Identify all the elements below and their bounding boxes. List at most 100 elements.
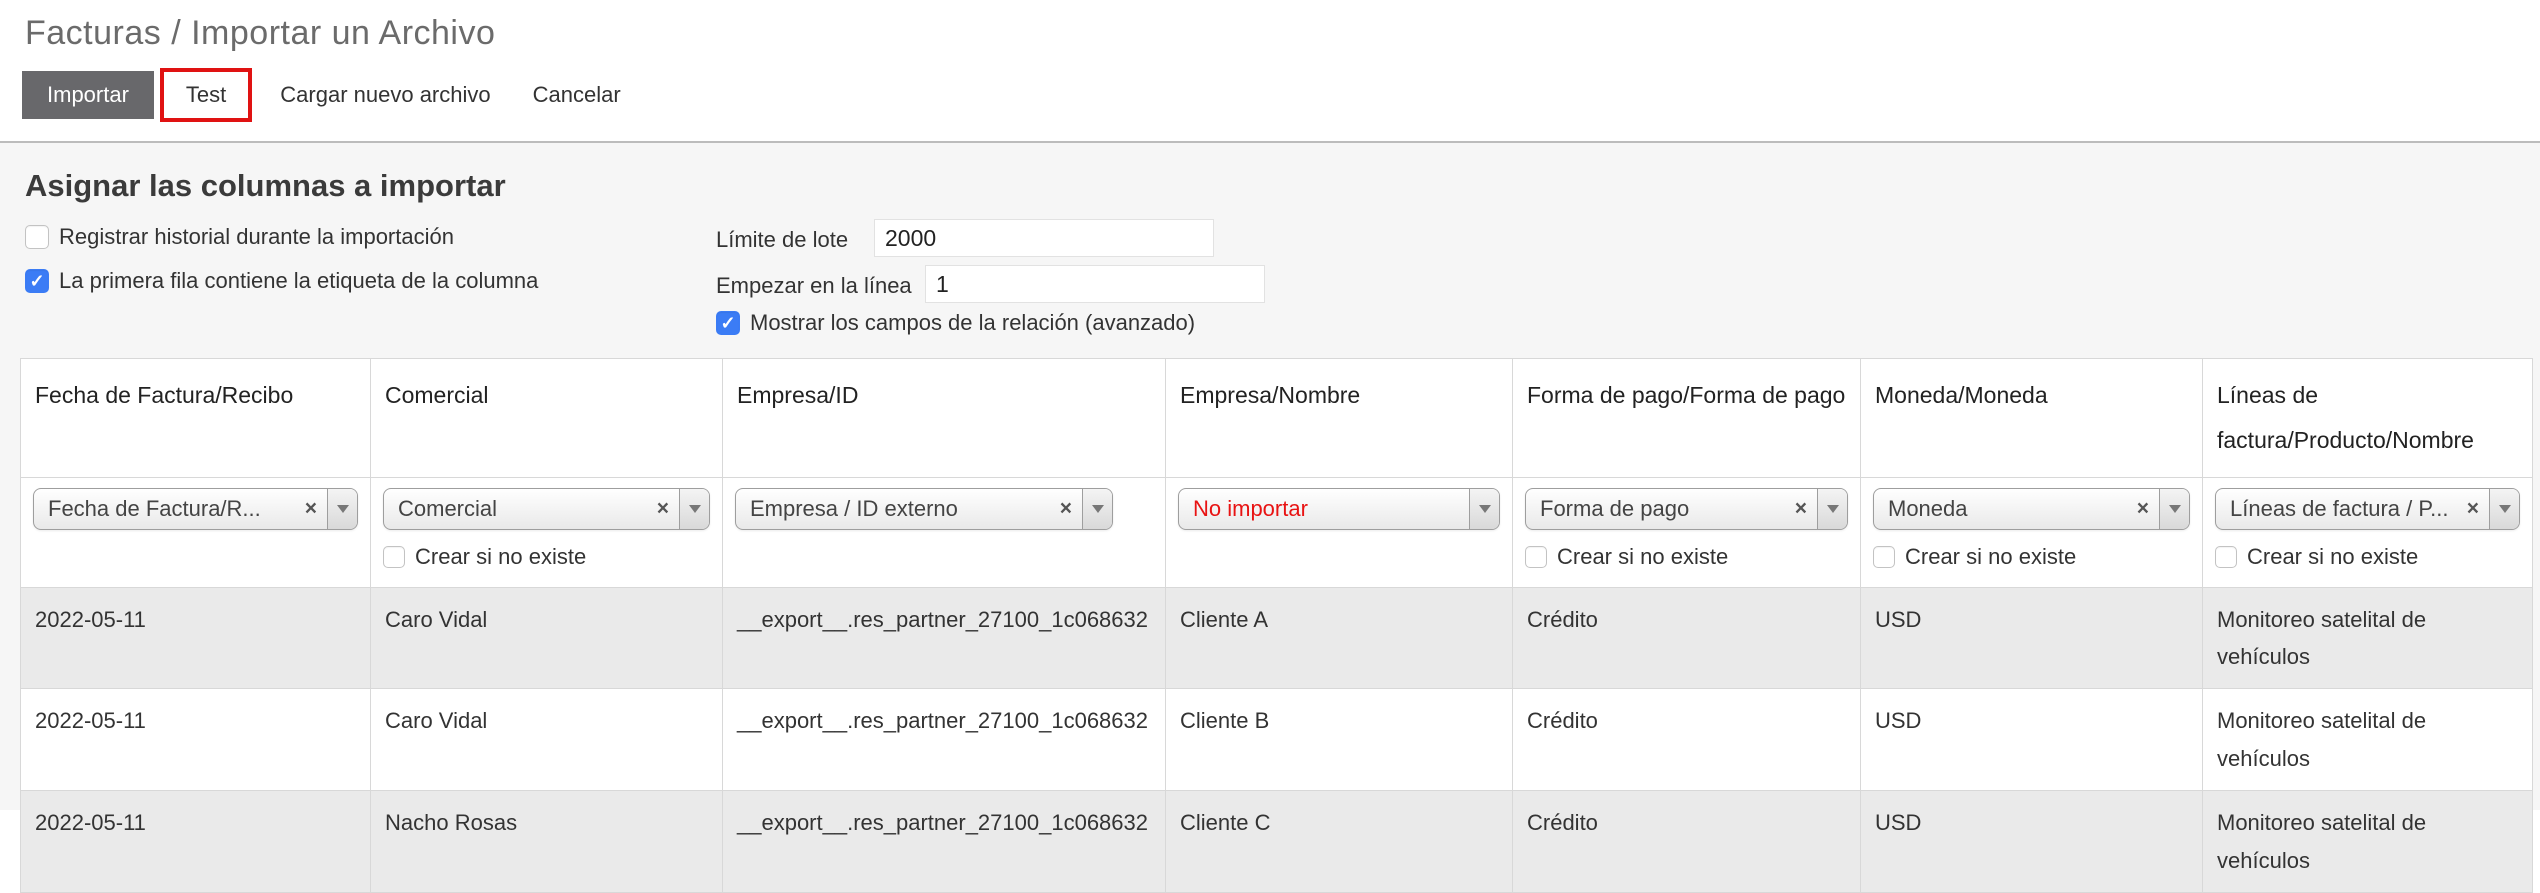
chevron-down-icon[interactable]	[1469, 488, 1499, 529]
track-history-option[interactable]: Registrar historial durante la importaci…	[25, 224, 454, 250]
chevron-down-icon[interactable]	[1082, 488, 1112, 529]
cancel-button[interactable]: Cancelar	[533, 82, 621, 108]
cell-comercial: Nacho Rosas	[370, 790, 723, 893]
field-select-fecha[interactable]: Fecha de Factura/R... ×	[33, 487, 358, 530]
chevron-down-icon[interactable]	[2489, 488, 2519, 529]
cell-empresa-nombre: Cliente C	[1165, 790, 1513, 893]
batch-limit-label: Límite de lote	[716, 227, 849, 252]
field-select-lineas[interactable]: Líneas de factura / P... ×	[2215, 487, 2520, 530]
checkbox-checked-icon[interactable]	[25, 269, 49, 293]
field-select-value: Comercial	[398, 495, 498, 521]
column-header: Forma de pago/Forma de pago	[1512, 358, 1861, 478]
clear-field-icon[interactable]: ×	[2135, 497, 2159, 521]
cell-empresa-id: __export__.res_partner_27100_1c068632	[722, 586, 1166, 690]
test-button[interactable]: Test	[164, 72, 248, 118]
cell-empresa-nombre: Cliente A	[1165, 586, 1513, 690]
field-mapping-row: Fecha de Factura/R... × Comercial × Crea…	[20, 476, 2533, 588]
start-line-input[interactable]	[925, 265, 1265, 303]
chevron-down-icon[interactable]	[327, 488, 357, 529]
track-history-label: Registrar historial durante la importaci…	[59, 224, 454, 249]
cell-forma-pago: Crédito	[1512, 688, 1861, 792]
create-if-not-exists-option[interactable]: Crear si no existe	[1873, 544, 2190, 570]
cell-empresa-nombre: Cliente B	[1165, 688, 1513, 792]
field-select-comercial[interactable]: Comercial ×	[383, 487, 710, 530]
cell-forma-pago: Crédito	[1512, 790, 1861, 893]
show-relational-option[interactable]: Mostrar los campos de la relación (avanz…	[716, 310, 1195, 336]
create-if-not-exists-label: Crear si no existe	[415, 543, 587, 569]
field-select-moneda[interactable]: Moneda ×	[1873, 487, 2190, 530]
field-select-value: Empresa / ID externo	[750, 495, 958, 521]
cell-empresa-id: __export__.res_partner_27100_1c068632	[722, 688, 1166, 792]
checkbox-unchecked-icon[interactable]	[25, 225, 49, 249]
clear-field-icon[interactable]: ×	[1793, 497, 1817, 521]
section-title: Asignar las columnas a importar	[25, 168, 506, 203]
mapping-cell: Empresa / ID externo ×	[722, 476, 1166, 588]
column-header: Empresa/Nombre	[1165, 358, 1513, 478]
cell-comercial: Caro Vidal	[370, 688, 723, 792]
clear-field-icon[interactable]: ×	[303, 497, 327, 521]
clear-field-icon[interactable]: ×	[2465, 497, 2489, 521]
first-row-header-label: La primera fila contiene la etiqueta de …	[59, 268, 539, 293]
cell-moneda: USD	[1860, 688, 2203, 792]
load-new-file-button[interactable]: Cargar nuevo archivo	[280, 82, 490, 108]
create-if-not-exists-label: Crear si no existe	[1905, 543, 2077, 569]
cell-fecha: 2022-05-11	[20, 586, 371, 690]
import-button[interactable]: Importar	[22, 71, 154, 119]
chevron-down-icon[interactable]	[679, 488, 709, 529]
mapping-cell: Fecha de Factura/R... ×	[20, 476, 371, 588]
mapping-cell: Moneda × Crear si no existe	[1860, 476, 2203, 588]
checkbox-unchecked-icon[interactable]	[1525, 545, 1547, 568]
column-header: Moneda/Moneda	[1860, 358, 2203, 478]
table-row: 2022-05-11 Caro Vidal __export__.res_par…	[20, 688, 2533, 792]
column-header: Empresa/ID	[722, 358, 1166, 478]
create-if-not-exists-option[interactable]: Crear si no existe	[1525, 544, 1848, 570]
field-select-value: Líneas de factura / P...	[2230, 495, 2449, 521]
column-header: Fecha de Factura/Recibo	[20, 358, 371, 478]
cell-moneda: USD	[1860, 790, 2203, 893]
column-header: Líneas de factura/Producto/Nombre	[2202, 358, 2533, 478]
table-row: 2022-05-11 Caro Vidal __export__.res_par…	[20, 586, 2533, 690]
field-select-value: No importar	[1193, 495, 1308, 521]
checkbox-unchecked-icon[interactable]	[383, 545, 405, 568]
create-if-not-exists-label: Crear si no existe	[1557, 543, 1729, 569]
checkbox-unchecked-icon[interactable]	[2215, 545, 2237, 568]
cell-fecha: 2022-05-11	[20, 790, 371, 893]
field-select-value: Forma de pago	[1540, 495, 1690, 521]
column-header: Comercial	[370, 358, 723, 478]
first-row-header-option[interactable]: La primera fila contiene la etiqueta de …	[25, 268, 538, 294]
cell-empresa-id: __export__.res_partner_27100_1c068632	[722, 790, 1166, 893]
field-select-no-import[interactable]: No importar	[1178, 487, 1500, 530]
batch-limit-input[interactable]	[874, 219, 1214, 257]
cell-producto: Monitoreo satelital de vehículos	[2202, 688, 2533, 792]
chevron-down-icon[interactable]	[1817, 488, 1847, 529]
cell-forma-pago: Crédito	[1512, 586, 1861, 690]
annotation-highlight-box: Test	[159, 68, 253, 122]
mapping-cell: Líneas de factura / P... × Crear si no e…	[2202, 476, 2533, 588]
create-if-not-exists-label: Crear si no existe	[2247, 543, 2419, 569]
create-if-not-exists-option[interactable]: Crear si no existe	[2215, 544, 2520, 570]
cell-producto: Monitoreo satelital de vehículos	[2202, 586, 2533, 690]
show-relational-label: Mostrar los campos de la relación (avanz…	[750, 310, 1196, 335]
clear-field-icon[interactable]: ×	[655, 497, 679, 521]
cell-producto: Monitoreo satelital de vehículos	[2202, 790, 2533, 893]
field-select-value: Moneda	[1888, 495, 1968, 521]
import-preview-table: Fecha de Factura/Recibo Comercial Empres…	[20, 358, 2533, 893]
toolbar: Importar Test Cargar nuevo archivo Cance…	[22, 66, 621, 124]
mapping-cell: No importar	[1165, 476, 1513, 588]
checkbox-checked-icon[interactable]	[716, 311, 740, 335]
table-row: 2022-05-11 Nacho Rosas __export__.res_pa…	[20, 790, 2533, 893]
field-select-empresa-id[interactable]: Empresa / ID externo ×	[735, 487, 1113, 530]
table-header-row: Fecha de Factura/Recibo Comercial Empres…	[20, 358, 2533, 478]
clear-field-icon[interactable]: ×	[1058, 497, 1082, 521]
cell-comercial: Caro Vidal	[370, 586, 723, 690]
create-if-not-exists-option[interactable]: Crear si no existe	[383, 544, 710, 570]
mapping-cell: Comercial × Crear si no existe	[370, 476, 723, 588]
cell-moneda: USD	[1860, 586, 2203, 690]
checkbox-unchecked-icon[interactable]	[1873, 545, 1895, 568]
field-select-forma-pago[interactable]: Forma de pago ×	[1525, 487, 1848, 530]
mapping-cell: Forma de pago × Crear si no existe	[1512, 476, 1861, 588]
start-line-label: Empezar en la línea	[716, 273, 912, 298]
field-select-value: Fecha de Factura/R...	[48, 495, 261, 521]
cell-fecha: 2022-05-11	[20, 688, 371, 792]
chevron-down-icon[interactable]	[2159, 488, 2189, 529]
